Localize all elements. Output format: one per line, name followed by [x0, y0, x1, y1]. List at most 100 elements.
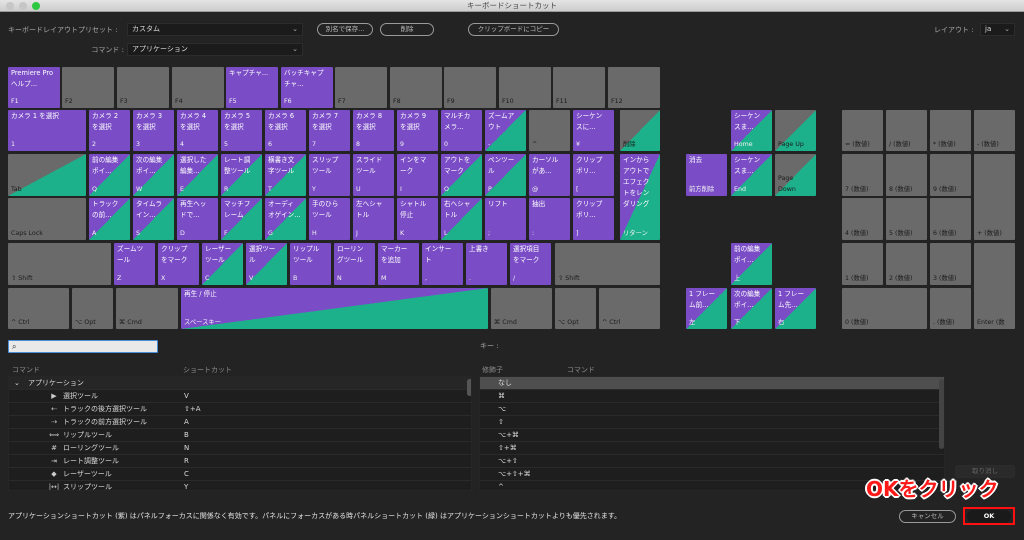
key-2-(数値)[interactable]: 2 (数値) [886, 243, 927, 285]
key-.[interactable]: 上書き. [466, 243, 507, 285]
key-R[interactable]: レート調 整ツール R [221, 154, 262, 196]
key-C[interactable]: レーザー ツール C [202, 243, 243, 285]
key-F1[interactable]: Premiere Pro ヘルプ... F1 [8, 67, 60, 108]
key-⇧-Shift[interactable]: ⇧ Shift [555, 243, 660, 285]
command-row[interactable]: # ローリングツール N [9, 442, 471, 455]
modifier-row[interactable]: ⌥ [480, 403, 944, 416]
key-5[interactable]: カメラ 5 を選択 5 [221, 110, 262, 151]
copy-to-clipboard-button[interactable]: クリップボードにコピー [468, 23, 559, 36]
key-F9[interactable]: F9 [444, 67, 496, 108]
command-shortcut[interactable]: ⇧+A [184, 403, 201, 416]
command-row[interactable]: ⇥ レート調整ツール R [9, 455, 471, 468]
key-9-(数値)[interactable]: 9 (数値) [930, 154, 971, 196]
key-Enter-(数[interactable]: Enter (数 [974, 243, 1015, 329]
key-左[interactable]: 1 フレー ム前... 左 [686, 288, 727, 329]
modifier-row[interactable]: ⇧ [480, 416, 944, 429]
key-O[interactable]: アウトを マーク O [441, 154, 482, 196]
key-;[interactable]: リフト; [485, 198, 526, 240]
key-K[interactable]: シャトル 停止 K [397, 198, 438, 240]
key-.-(数値)[interactable]: . (数値) [930, 288, 971, 329]
key-8[interactable]: カメラ 8 を選択 8 [353, 110, 394, 151]
key-4-(数値)[interactable]: 4 (数値) [842, 198, 883, 240]
key-1-(数値)[interactable]: 1 (数値) [842, 243, 883, 285]
key-J[interactable]: 左へシャ トル J [353, 198, 394, 240]
key-^-Ctrl[interactable]: ^ Ctrl [8, 288, 69, 329]
key-6-(数値)[interactable]: 6 (数値) [930, 198, 971, 240]
command-dropdown[interactable]: アプリケーション ⌄ [127, 43, 303, 56]
command-shortcut[interactable]: R [184, 455, 189, 468]
command-row[interactable]: ◆ レーザーツール C [9, 468, 471, 481]
key-^-Ctrl[interactable]: ^ Ctrl [599, 288, 660, 329]
key-Caps-Lock[interactable]: Caps Lock [8, 198, 86, 240]
command-shortcut[interactable]: N [184, 442, 189, 455]
modifier-row[interactable]: ⌥+⌘ [480, 429, 944, 442]
key-+-(数値)[interactable]: + (数値) [974, 154, 1015, 240]
key-^[interactable]: ^ [529, 110, 570, 151]
key-P[interactable]: ペンツー ル P [485, 154, 526, 196]
key-*-(数値)[interactable]: * (数値) [930, 110, 971, 151]
key-2[interactable]: カメラ 2 を選択 2 [89, 110, 130, 151]
command-row[interactable]: ⟺ リップルツール B [9, 429, 471, 442]
key-=-(数値)[interactable]: = (数値) [842, 110, 883, 151]
key-⌘-Cmd[interactable]: ⌘ Cmd [116, 288, 178, 329]
key-U[interactable]: スライド ツール U [353, 154, 394, 196]
key-7-(数値)[interactable]: 7 (数値) [842, 154, 883, 196]
command-shortcut[interactable]: V [184, 390, 189, 403]
key-Home[interactable]: シーケン スま... Home [731, 110, 772, 151]
key-5-(数値)[interactable]: 5 (数値) [886, 198, 927, 240]
key-,[interactable]: インサー ト, [422, 243, 463, 285]
key-End[interactable]: シーケン スま... End [731, 154, 772, 196]
column-header-command[interactable]: コマンド [12, 365, 40, 375]
modifier-row[interactable]: ⌥+⇧ [480, 455, 944, 468]
command-row[interactable]: ⇢ トラックの前方選択ツール A [9, 416, 471, 429]
key-下[interactable]: 次の編集 ポイ... 下 [731, 288, 772, 329]
key-F11[interactable]: F11 [553, 67, 605, 108]
key-¥[interactable]: シーケン スに... ¥ [573, 110, 614, 151]
command-row[interactable]: ⇠ トラックの後方選択ツール ⇧+A [9, 403, 471, 416]
column-header-shortcut[interactable]: ショートカット [183, 365, 232, 375]
key-W[interactable]: 次の編集 ポイ... W [133, 154, 174, 196]
key-F10[interactable]: F10 [499, 67, 551, 108]
key-L[interactable]: 右へシャ トル L [441, 198, 482, 240]
key-⇧-Shift[interactable]: ⇧ Shift [8, 243, 111, 285]
cancel-button[interactable]: キャンセル [899, 510, 956, 523]
key-3[interactable]: カメラ 3 を選択 3 [133, 110, 174, 151]
key-Tab[interactable]: Tab [8, 154, 86, 196]
modifier-row[interactable]: なし [480, 377, 944, 390]
key-N[interactable]: ローリン グツール N [334, 243, 375, 285]
key-G[interactable]: オーディ オゲイン... G [265, 198, 306, 240]
key-][interactable]: クリップ ボリ...] [573, 198, 614, 240]
command-list-scrollbar[interactable] [467, 379, 471, 396]
key-Y[interactable]: スリップ ツール Y [309, 154, 350, 196]
key-:[interactable]: 抽出: [529, 198, 570, 240]
chevron-down-icon[interactable]: ⌄ [14, 377, 20, 390]
zoom-window-button[interactable] [32, 2, 40, 10]
key-F5[interactable]: キャプチャ... F5 [226, 67, 278, 108]
column-header-modifier[interactable]: 修飾子 [482, 365, 503, 375]
key-4[interactable]: カメラ 4 を選択 4 [177, 110, 218, 151]
key-B[interactable]: リップル ツール B [290, 243, 331, 285]
preset-dropdown[interactable]: カスタム ⌄ [127, 23, 303, 36]
key-0[interactable]: マルチカ メラ... 0 [441, 110, 482, 151]
column-header-key-command[interactable]: コマンド [567, 365, 595, 375]
key-7[interactable]: カメラ 7 を選択 7 [309, 110, 350, 151]
key-F3[interactable]: F3 [117, 67, 169, 108]
command-shortcut[interactable]: Y [184, 481, 188, 490]
key-E[interactable]: 選択した 編集... E [177, 154, 218, 196]
key-9[interactable]: カメラ 9 を選択 9 [397, 110, 438, 151]
key-Page-Down[interactable]: Page Down [775, 154, 816, 196]
key-0-(数値)[interactable]: 0 (数値) [842, 288, 927, 329]
modifier-row[interactable]: ⇧+⌘ [480, 442, 944, 455]
key-F8[interactable]: F8 [390, 67, 442, 108]
key-F6[interactable]: バッチキャプ チャ... F6 [281, 67, 333, 108]
key-スペースキー[interactable]: 再生 / 停止 スペースキー [181, 288, 488, 329]
key-上[interactable]: 前の編集 ポイ... 上 [731, 243, 772, 285]
key-Q[interactable]: 前の編集 ポイ... Q [89, 154, 130, 196]
key-S[interactable]: タイムラ イン... S [133, 198, 174, 240]
key-Page-Up[interactable]: Page Up [775, 110, 816, 151]
command-shortcut[interactable]: C [184, 468, 189, 481]
key-3-(数値)[interactable]: 3 (数値) [930, 243, 971, 285]
close-window-button[interactable] [6, 2, 14, 10]
modifier-row[interactable]: ⌘ [480, 390, 944, 403]
key-右[interactable]: 1 フレー ム先... 右 [775, 288, 816, 329]
